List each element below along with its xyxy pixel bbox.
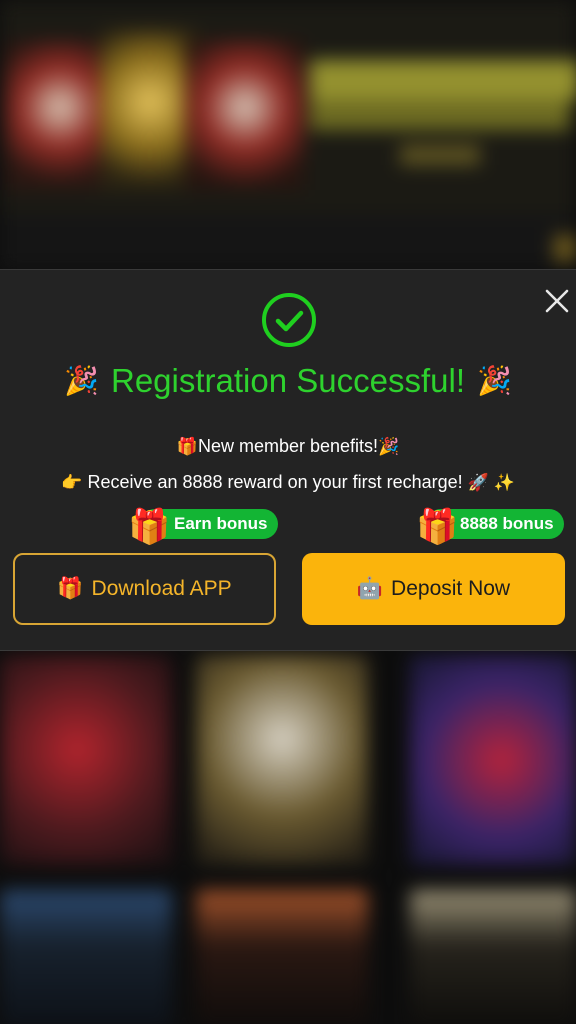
- bonus-8888-label: 8888 bonus: [460, 514, 554, 533]
- check-circle-icon: [261, 292, 317, 348]
- gift-icon: 🎁: [176, 437, 198, 456]
- registration-success-modal: 🎉 Registration Successful! 🎉 🎁New member…: [0, 269, 576, 651]
- party-popper-icon: 🎉: [477, 365, 512, 396]
- game-tile[interactable]: [410, 890, 576, 1024]
- robot-icon: 🤖: [356, 577, 384, 600]
- modal-title: Registration Successful!: [111, 362, 465, 399]
- game-tile[interactable]: [196, 890, 368, 1024]
- game-tile[interactable]: [0, 890, 172, 1024]
- app-screen: 🎉 Registration Successful! 🎉 🎁New member…: [0, 0, 576, 1024]
- close-icon[interactable]: [542, 286, 572, 316]
- benefits-label: New member benefits!: [197, 436, 379, 456]
- benefits-text: 🎁New member benefits!🎉: [0, 436, 576, 457]
- party-popper-icon: 🎉: [64, 365, 99, 396]
- gift-icon: 🎁: [57, 577, 84, 600]
- game-tile[interactable]: [0, 655, 172, 865]
- earn-bonus-label: Earn bonus: [174, 514, 268, 533]
- game-tile[interactable]: [196, 655, 368, 865]
- party-popper-icon: 🎉: [378, 437, 400, 456]
- promo-banner[interactable]: [0, 0, 576, 215]
- deposit-now-button[interactable]: 🤖 Deposit Now: [302, 553, 565, 625]
- gift-box-icon: 🎁: [416, 508, 459, 546]
- deposit-now-label: Deposit Now: [391, 577, 511, 600]
- gift-box-icon: 🎁: [128, 508, 171, 546]
- download-app-label: Download APP: [91, 577, 232, 600]
- game-tile[interactable]: [410, 655, 576, 865]
- reward-text: 👉 Receive an 8888 reward on your first r…: [0, 472, 576, 493]
- title-row: 🎉 Registration Successful! 🎉: [0, 358, 576, 404]
- rocket-sparkles-icon: 🚀 ✨: [467, 473, 515, 492]
- pointing-hand-icon: 👉: [61, 473, 83, 492]
- banner-strip: [0, 215, 576, 270]
- download-app-button[interactable]: 🎁 Download APP: [13, 553, 276, 625]
- reward-label: Receive an 8888 reward on your first rec…: [87, 472, 463, 492]
